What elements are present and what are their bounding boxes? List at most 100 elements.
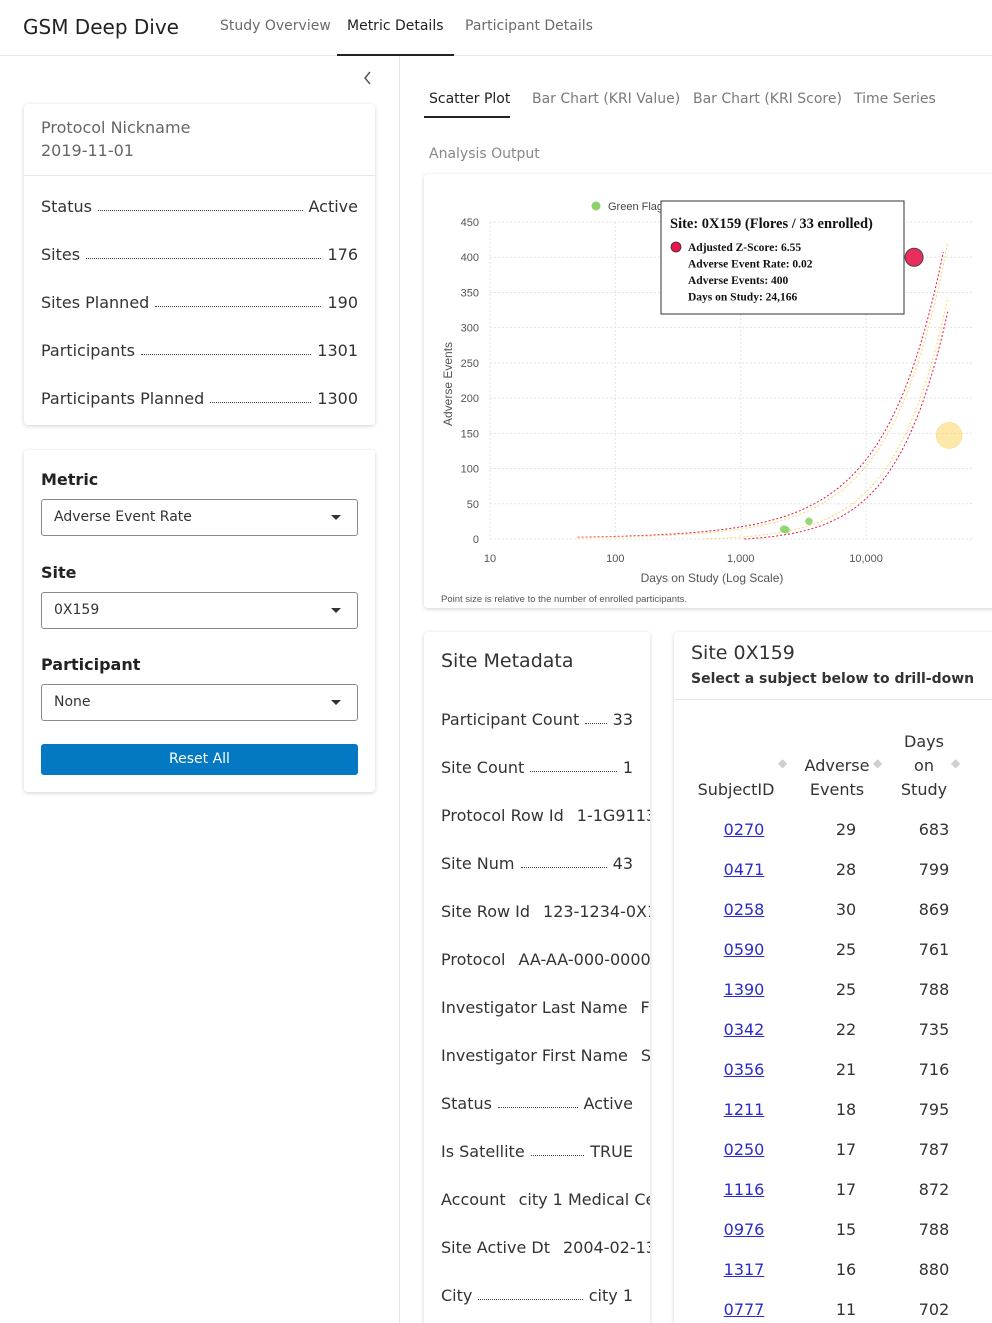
legend-marker [591,201,601,211]
cell-days-on-study: 788 [918,980,950,999]
metadata-row: Site Row Id 123-1234-0X159 [441,897,650,921]
subject-link[interactable]: 0356 [724,1060,765,1079]
metric-select[interactable]: Adverse Event Rate [41,499,358,536]
chevron-left-icon[interactable] [358,70,378,90]
reset-all-button[interactable]: Reset All [41,744,358,775]
cell-days-on-study: 799 [918,860,950,879]
tab-scatter-plot[interactable]: Scatter Plot [429,91,510,107]
cell-subjectid: 0250 [696,1140,792,1159]
cell-days-on-study: 872 [918,1180,950,1199]
tab-bar-chart-kri-score[interactable]: Bar Chart (KRI Score) [693,91,842,107]
metadata-value: 1 [622,758,633,777]
divider [674,699,992,700]
cell-subjectid: 1211 [696,1100,792,1119]
metadata-key: Account [441,1190,506,1209]
tab-participant-details[interactable]: Participant Details [465,18,593,34]
metadata-value: Sufi [640,1046,650,1065]
y-tick-label: 450 [461,217,479,229]
site-select[interactable]: 0X159 [41,592,358,629]
y-tick-label: 0 [473,534,479,546]
metadata-key: Site Active Dt [441,1238,550,1257]
stat-participants: Participants 1301 [41,336,358,360]
data-point-amber [935,422,963,449]
cell-days-on-study: 761 [918,940,950,959]
leader-dots [210,402,312,403]
column-header-subjectid[interactable]: SubjectID [696,778,776,802]
stat-value: Active [308,197,359,216]
column-header-days-on-study[interactable]: Days on Study [896,730,952,802]
caret-down-icon [331,608,341,613]
data-point-green [779,525,788,533]
table-row: 0258 30 869 [674,900,992,940]
caret-down-icon [331,700,341,705]
subject-link[interactable]: 0250 [724,1140,765,1159]
table-row: 0342 22 735 [674,1020,992,1060]
table-row: 0356 21 716 [674,1060,992,1100]
cell-subjectid: 1317 [696,1260,792,1279]
table-row: 1211 18 795 [674,1100,992,1140]
cell-adverse-events: 15 [835,1220,857,1239]
participant-label: Participant [41,655,141,674]
y-tick-label: 250 [461,358,479,370]
metadata-value: AA-AA-000-0000 [518,950,650,969]
cell-subjectid: 0976 [696,1220,792,1239]
table-row: 0976 15 788 [674,1220,992,1260]
chevron-left-icon-glyph [364,71,371,85]
sort-icon[interactable]: ◆ [873,756,882,770]
subject-link[interactable]: 0976 [724,1220,765,1239]
y-axis-label: Adverse Events [441,342,455,426]
metadata-key: Site Num [441,854,515,873]
participant-select[interactable]: None [41,684,358,721]
tab-time-series[interactable]: Time Series [854,91,936,107]
sort-icon[interactable]: ◆ [951,756,960,770]
cell-adverse-events: 29 [835,820,857,839]
subject-link[interactable]: 0270 [724,820,765,839]
scatter-chart[interactable]: 0 50 100 150 200 250 300 350 400 450 10 100 1,000 10,… [424,174,992,608]
subject-link[interactable]: 1211 [724,1100,765,1119]
cell-adverse-events: 25 [835,980,857,999]
subject-link[interactable]: 1317 [724,1260,765,1279]
site-table-subtitle: Select a subject below to drill-down [691,671,975,687]
cell-days-on-study: 683 [918,820,950,839]
subject-link[interactable]: 0342 [724,1020,765,1039]
caret-down-icon [331,515,341,520]
subject-link[interactable]: 0471 [724,860,765,879]
subject-link[interactable]: 0777 [724,1300,765,1319]
tab-bar-chart-kri-value[interactable]: Bar Chart (KRI Value) [532,91,680,107]
metric-select-value: Adverse Event Rate [54,509,192,525]
leader-dots [520,867,607,868]
active-tab-indicator [424,116,510,118]
column-header-adverse-events[interactable]: Adverse Events [801,754,873,802]
y-tick-label: 300 [461,323,479,335]
site-metadata-title: Site Metadata [441,650,574,672]
subject-link[interactable]: 0258 [724,900,765,919]
leader-dots [97,210,303,211]
subject-link[interactable]: 1390 [724,980,765,999]
cell-adverse-events: 17 [835,1140,857,1159]
stat-key: Sites [41,245,81,264]
cell-adverse-events: 30 [835,900,857,919]
sort-icon[interactable]: ◆ [778,756,787,770]
sidebar: Protocol Nickname 2019-11-01 Status Activ… [0,56,400,1323]
leader-dots [155,306,322,307]
site-select-value: 0X159 [54,602,100,618]
tab-metric-details[interactable]: Metric Details [337,18,453,56]
cell-subjectid: 0590 [696,940,792,959]
tab-study-overview[interactable]: Study Overview [220,18,331,34]
stat-key: Participants [41,341,135,360]
table-row: 0270 29 683 [674,820,992,860]
metadata-row: Account city 1 Medical Center [441,1185,650,1209]
subject-link[interactable]: 0590 [724,940,765,959]
metadata-key: Site Row Id [441,902,531,921]
subject-link[interactable]: 1116 [724,1180,765,1199]
y-tick-label: 150 [461,428,479,440]
leader-dots [530,1155,585,1156]
threshold-curve [744,310,949,540]
legend-label: Green Flag [608,201,663,213]
metadata-key: Protocol Row Id [441,806,564,825]
y-tick-label: 350 [461,287,479,299]
scatter-chart-card: 0 50 100 150 200 250 300 350 400 450 10 100 1,000 10,… [424,174,992,608]
metadata-row: City city 1 [441,1281,633,1305]
stat-value: 176 [327,245,358,264]
tooltip-line: Adjusted Z-Score: 6.55 [688,242,801,254]
